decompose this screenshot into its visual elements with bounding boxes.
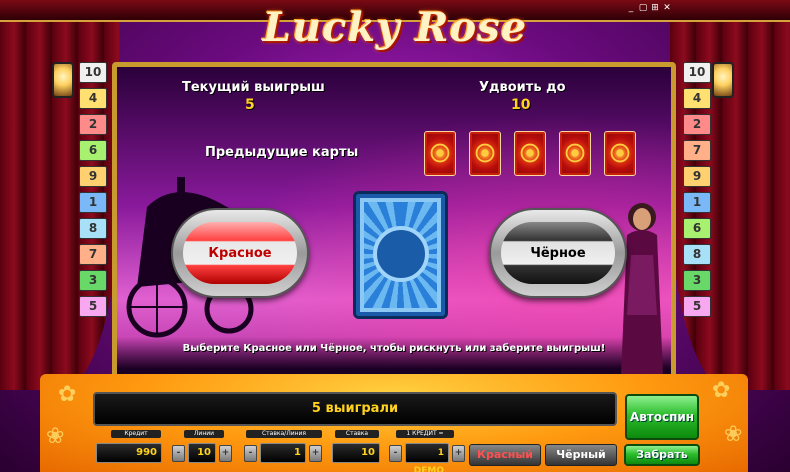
gamble-card-back — [353, 191, 448, 319]
payline-indicator: 10 — [683, 62, 711, 83]
payline-indicator: 8 — [79, 218, 107, 239]
black-choice-label: Чёрное — [501, 222, 615, 284]
current-win-value: 5 — [245, 97, 255, 113]
previous-card — [424, 131, 456, 176]
black-button[interactable]: Чёрный — [545, 444, 617, 466]
payline-indicator: 4 — [79, 88, 107, 109]
payline-indicator: 7 — [683, 140, 711, 161]
payline-indicator: 3 — [79, 270, 107, 291]
payline-indicator: 5 — [683, 296, 711, 317]
payline-indicator: 2 — [79, 114, 107, 135]
previous-card — [604, 131, 636, 176]
red-choice-button[interactable]: Красное — [171, 208, 309, 298]
red-button[interactable]: Красный — [469, 444, 541, 466]
grid-icon[interactable]: ⊞ — [650, 3, 660, 13]
previous-card — [469, 131, 501, 176]
payline-indicator: 10 — [79, 62, 107, 83]
lines-label: Линии — [184, 430, 224, 438]
payline-indicator: 6 — [79, 140, 107, 161]
payline-indicator: 1 — [79, 192, 107, 213]
payline-indicator: 7 — [79, 244, 107, 265]
payline-indicator: 6 — [683, 218, 711, 239]
credit-value: 990 — [96, 443, 162, 463]
payline-indicator: 9 — [683, 166, 711, 187]
payline-indicator: 2 — [683, 114, 711, 135]
close-icon[interactable]: ✕ — [662, 3, 672, 13]
payline-indicator: 9 — [79, 166, 107, 187]
denomination-label: 1 КРЕДИТ = — [396, 430, 454, 438]
payline-indicator: 3 — [683, 270, 711, 291]
card-wheel-emblem — [373, 226, 429, 282]
flower-decoration-icon: ❀ — [46, 424, 65, 449]
paylines-left: 10 4 2 6 9 1 8 7 3 5 — [79, 62, 107, 317]
double-to-value: 10 — [511, 97, 531, 113]
bet-per-line-label: Ставка/Линия — [246, 430, 322, 438]
bet-per-line-value: 1 — [260, 443, 306, 463]
paylines-right: 10 4 2 7 9 1 6 8 3 5 — [683, 62, 711, 317]
lines-minus-button[interactable]: - — [172, 445, 185, 462]
red-choice-label: Красное — [183, 222, 297, 284]
payline-indicator: 8 — [683, 244, 711, 265]
bet-label: Ставка — [335, 430, 379, 438]
payline-indicator: 4 — [683, 88, 711, 109]
previous-cards-label: Предыдущие карты — [205, 145, 359, 160]
flower-decoration-icon: ✿ — [712, 378, 731, 403]
flower-decoration-icon: ❀ — [724, 422, 743, 447]
payline-indicator: 1 — [683, 192, 711, 213]
denomination-plus-button[interactable]: + — [452, 445, 465, 462]
restore-icon[interactable]: ▢ — [638, 3, 648, 13]
window-controls: _ ▢ ⊞ ✕ — [626, 3, 672, 13]
black-choice-button[interactable]: Чёрное — [489, 208, 627, 298]
denomination-value: 1 DEMO — [405, 443, 449, 472]
lines-value: 10 — [188, 443, 216, 463]
previous-card — [559, 131, 591, 176]
lamp-left — [52, 62, 74, 98]
collect-button[interactable]: Забрать — [624, 444, 700, 466]
minimize-icon[interactable]: _ — [626, 3, 636, 13]
bet-per-line-plus-button[interactable]: + — [309, 445, 322, 462]
bet-value: 10 — [332, 443, 380, 463]
autospin-button[interactable]: Автоспин — [625, 394, 699, 440]
gamble-panel: Текущий выигрыш 5 Удвоить до 10 Предыдущ… — [112, 62, 676, 382]
current-win-label: Текущий выигрыш — [182, 80, 325, 95]
gamble-hint: Выберите Красное или Чёрное, чтобы рискн… — [182, 343, 606, 354]
flower-decoration-icon: ✿ — [58, 382, 77, 407]
previous-card — [514, 131, 546, 176]
message-bar: 5 выиграли — [93, 392, 617, 426]
payline-indicator: 5 — [79, 296, 107, 317]
lamp-right — [712, 62, 734, 98]
double-to-label: Удвоить до — [479, 80, 566, 95]
denomination-minus-button[interactable]: - — [389, 445, 402, 462]
lines-plus-button[interactable]: + — [219, 445, 232, 462]
game-logo: Lucky Rose — [262, 4, 528, 51]
bet-per-line-minus-button[interactable]: - — [244, 445, 257, 462]
credit-label: Кредит — [111, 430, 161, 438]
